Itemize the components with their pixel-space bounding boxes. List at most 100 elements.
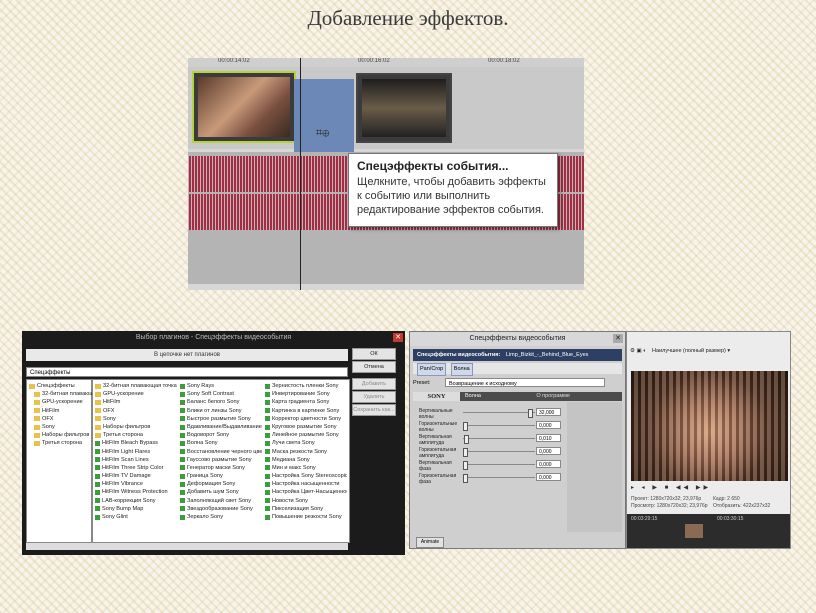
folder-address[interactable]: Спецэффекты <box>26 367 348 377</box>
plugin-item[interactable]: Картинка в картинке Sony <box>265 407 347 415</box>
animate-button[interactable]: Animate <box>416 537 444 548</box>
plugin-item[interactable]: Лучи света Sony <box>265 439 347 447</box>
add-button[interactable]: Добавить <box>352 378 396 390</box>
transport-controls[interactable]: ▸ ◂ ▶ ■ ◀◀ ▶▶ <box>631 484 788 494</box>
param-value-field[interactable]: 0,000 <box>536 460 561 468</box>
plugin-item[interactable]: HitFilm Three Strip Color <box>95 464 177 472</box>
chain-item-wave[interactable]: Волна <box>450 363 473 376</box>
plugin-item[interactable]: Маска резкости Sony <box>265 448 347 456</box>
param-slider[interactable] <box>463 474 535 483</box>
settings-icon[interactable]: ⚙ ▣ ◐ <box>630 348 647 354</box>
tree-item[interactable]: Sony <box>29 423 100 431</box>
about-link[interactable]: О программе <box>536 392 570 401</box>
preview-quality-select[interactable]: Наилучшее (полный размер) <box>652 348 726 354</box>
param-slider[interactable] <box>463 448 535 457</box>
playhead-cursor[interactable] <box>300 58 301 290</box>
slider-knob[interactable] <box>463 422 468 431</box>
slider-knob[interactable] <box>463 448 468 457</box>
plugin-item[interactable]: Третья сторона <box>95 431 177 439</box>
tree-item[interactable]: HitFilm <box>29 407 100 415</box>
plugin-item[interactable]: HitFilm Witness Protection <box>95 488 177 496</box>
plugin-item[interactable]: Блики от линзы Sony <box>180 407 262 415</box>
video-event-clip-2[interactable] <box>356 73 452 143</box>
plugin-item[interactable]: HitFilm Light Flares <box>95 448 177 456</box>
tree-item[interactable]: Спецэффекты <box>29 382 100 390</box>
plugin-item[interactable]: Деформация Sony <box>180 480 262 488</box>
plugin-item[interactable]: Наборы фильтров <box>95 423 177 431</box>
plugin-item[interactable]: Генератор маски Sony <box>180 464 262 472</box>
plugin-item[interactable]: HitFilm Bleach Bypass <box>95 439 177 447</box>
chevron-down-icon[interactable]: ▾ <box>727 348 730 354</box>
plugin-item[interactable]: OFX <box>95 407 177 415</box>
plugin-item[interactable]: Быстрое размытие Sony <box>180 415 262 423</box>
param-value-field[interactable]: 32,000 <box>536 408 561 416</box>
plugin-item[interactable]: Sony Bump Map <box>95 505 177 513</box>
plugin-item[interactable]: Sony <box>95 415 177 423</box>
preview-timeline[interactable]: 00:03:29:15 00:03:30:15 <box>627 514 790 548</box>
tree-item[interactable]: Наборы фильтров <box>29 431 100 439</box>
plugin-item[interactable]: HitFilm Vibrance <box>95 480 177 488</box>
preset-select[interactable]: Возвращение к исходному <box>445 378 605 387</box>
plugin-item[interactable]: Повышение резкости Sony <box>265 513 347 521</box>
plugin-item[interactable]: HitFilm Scan Lines <box>95 456 177 464</box>
plugin-item[interactable]: Зеркало Sony <box>180 513 262 521</box>
param-value-field[interactable]: 0,000 <box>536 447 561 455</box>
plugin-item[interactable]: Круговое размытие Sony <box>265 423 347 431</box>
param-slider[interactable] <box>463 461 535 470</box>
plugin-item[interactable]: Водоворот Sony <box>180 431 262 439</box>
close-icon[interactable]: ✕ <box>393 333 403 342</box>
plugin-item[interactable]: HitFilm TV Damage <box>95 472 177 480</box>
plugin-item[interactable]: Медиана Sony <box>265 456 347 464</box>
plugin-item[interactable]: Sony Glint <box>95 513 177 521</box>
event-fx-icon[interactable]: ⌗⊕ <box>316 127 338 139</box>
tree-item[interactable]: 32-битная плавающая <box>29 390 100 398</box>
tree-item[interactable]: Третья сторона <box>29 439 100 447</box>
save-as-button[interactable]: Сохранить как... <box>352 404 396 416</box>
plugin-item[interactable]: Sony Soft Contrast <box>180 390 262 398</box>
video-event-clip[interactable] <box>192 71 296 143</box>
plugin-item[interactable]: Карта градиента Sony <box>265 398 347 406</box>
param-value-field[interactable]: 0,010 <box>536 434 561 442</box>
ok-button[interactable]: ОК <box>352 348 396 360</box>
tree-item[interactable]: OFX <box>29 415 100 423</box>
plugin-item[interactable]: Восстановление черного цвета Sony <box>180 448 262 456</box>
plugin-item[interactable]: Граница Sony <box>180 472 262 480</box>
plugin-item[interactable]: Заполняющий свет Sony <box>180 497 262 505</box>
plugin-item[interactable]: LAB-коррекция Sony <box>95 497 177 505</box>
plugin-item[interactable]: Волна Sony <box>180 439 262 447</box>
selected-region[interactable] <box>294 79 354 159</box>
plugin-item[interactable]: Настройка Цвет-Насыщенность <box>265 488 347 496</box>
remove-button[interactable]: Удалить <box>352 391 396 403</box>
plugin-item[interactable]: Настройка Sony Stereoscopic <box>265 472 347 480</box>
cancel-button[interactable]: Отмена <box>352 361 396 373</box>
tree-item[interactable]: GPU-ускорение <box>29 398 100 406</box>
param-value-field[interactable]: 0,000 <box>536 473 561 481</box>
plugin-item[interactable]: Sony Rays <box>180 382 262 390</box>
plugin-item[interactable]: HitFilm <box>95 398 177 406</box>
plugin-item[interactable]: Добавить шум Sony <box>180 488 262 496</box>
param-slider[interactable] <box>463 409 535 418</box>
plugin-item[interactable]: Линейное размытие Sony <box>265 431 347 439</box>
plugin-item[interactable]: Настройка насыщенности <box>265 480 347 488</box>
plugin-item[interactable]: Гауссово размытие Sony <box>180 456 262 464</box>
slider-knob[interactable] <box>463 461 468 470</box>
param-slider[interactable] <box>463 435 535 444</box>
plugin-item[interactable]: Пикселизация Sony <box>265 505 347 513</box>
plugin-item[interactable]: Звездообразование Sony <box>180 505 262 513</box>
slider-knob[interactable] <box>527 409 533 418</box>
param-value-field[interactable]: 0,000 <box>536 421 561 429</box>
slider-knob[interactable] <box>464 435 470 444</box>
plugin-item[interactable]: Зернистость пленки Sony <box>265 382 347 390</box>
plugin-item[interactable]: GPU-ускорение <box>95 390 177 398</box>
chain-item-pan-crop[interactable]: Pan/Crop <box>417 363 447 376</box>
plugin-item[interactable]: Мин и макс Sony <box>265 464 347 472</box>
plugin-item[interactable]: Корректор цветности Sony <box>265 415 347 423</box>
horizontal-scrollbar[interactable] <box>26 543 348 550</box>
param-slider[interactable] <box>463 422 535 431</box>
plugin-item[interactable]: Инвертирование Sony <box>265 390 347 398</box>
plugin-item[interactable]: Вдавливание/Выдавливание Sony <box>180 423 262 431</box>
close-icon[interactable]: ✕ <box>613 334 623 343</box>
plugin-item[interactable]: 32-битная плавающая точка <box>95 382 177 390</box>
plugin-item[interactable]: Новости Sony <box>265 497 347 505</box>
slider-knob[interactable] <box>463 474 468 483</box>
